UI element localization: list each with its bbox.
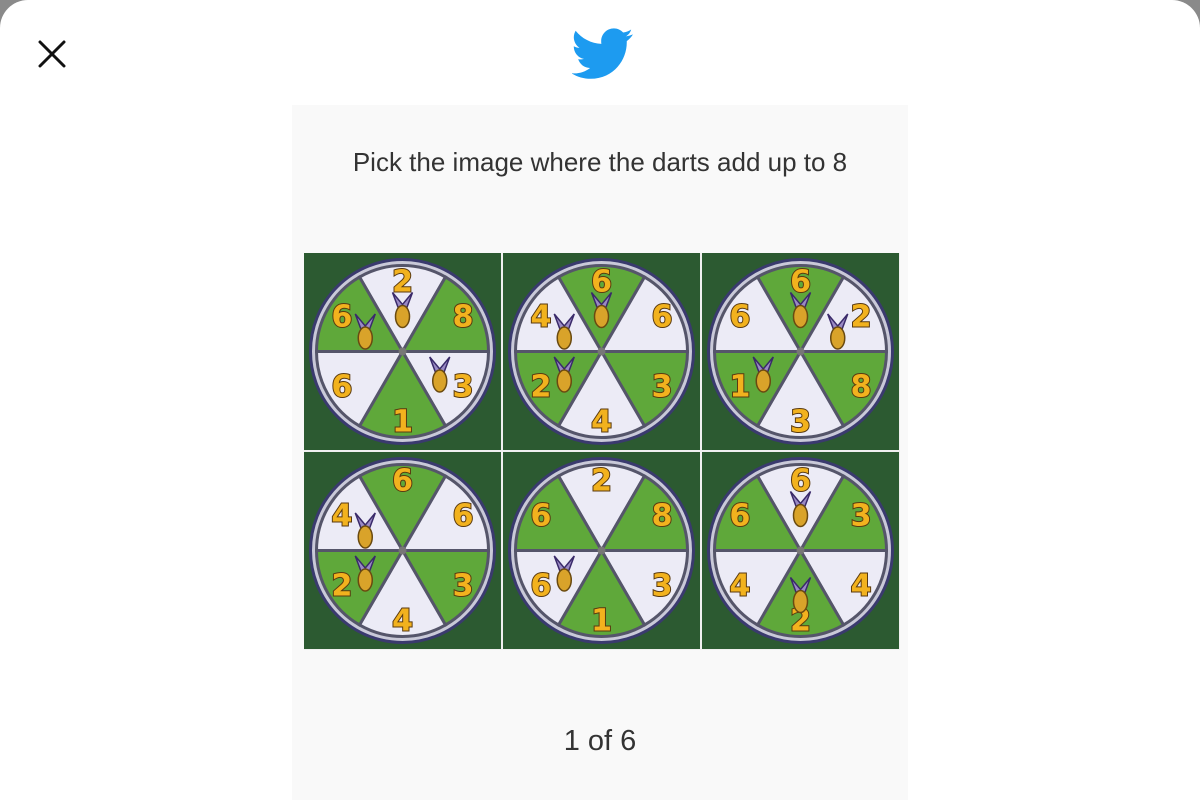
twitter-bird-icon	[572, 28, 633, 79]
slice-number: 2	[331, 569, 352, 604]
slice-number: 3	[652, 370, 673, 405]
image-option-2[interactable]: 6 6 3 4 2 4	[503, 253, 700, 450]
slice-number: 1	[392, 405, 413, 440]
slice-number: 2	[851, 300, 872, 335]
slice-number: 6	[331, 370, 352, 405]
slice-number: 6	[392, 464, 413, 499]
slice-number: 6	[729, 499, 750, 534]
slice-number: 3	[790, 405, 811, 440]
dartboard-image: 6 6 3 4 2 4	[304, 452, 501, 649]
challenge-prompt: Pick the image where the darts add up to…	[352, 147, 848, 177]
image-option-6[interactable]: 634246	[702, 452, 899, 649]
slice-number: 6	[453, 499, 474, 534]
slice-number: 4	[851, 569, 872, 604]
captcha-modal: Pick the image where the darts add up to…	[0, 0, 1200, 800]
slice-number: 1	[729, 370, 750, 405]
slice-number: 4	[591, 405, 612, 440]
slice-number: 4	[530, 300, 551, 335]
progress-counter: 1 of 6	[563, 725, 637, 757]
slice-number: 3	[453, 569, 474, 604]
close-button[interactable]	[30, 34, 74, 74]
slice-number: 6	[331, 300, 352, 335]
dartboard-image: 6 6 3 4 2 4	[503, 253, 700, 450]
slice-number: 2	[591, 464, 612, 499]
slice-number: 8	[652, 499, 673, 534]
slice-number: 6	[591, 265, 612, 300]
challenge-panel: Pick the image where the darts add up to…	[292, 105, 908, 800]
slice-number: 4	[331, 499, 352, 534]
slice-number: 2	[392, 265, 413, 300]
slice-number: 1	[591, 604, 612, 639]
slice-number: 8	[453, 300, 474, 335]
slice-number: 6	[530, 569, 551, 604]
slice-number: 6	[790, 265, 811, 300]
dartboard-image: 6 2 8 3 1 6	[702, 253, 899, 450]
image-option-1[interactable]: 2 8 3 1 6 6	[304, 253, 501, 450]
slice-number: 2	[530, 370, 551, 405]
dartboard-image: 2 8 3 1 6 6	[304, 253, 501, 450]
slice-number: 6	[652, 300, 673, 335]
slice-number: 6	[790, 464, 811, 499]
slice-number: 3	[453, 370, 474, 405]
image-option-3[interactable]: 6 2 8 3 1 6	[702, 253, 899, 450]
close-icon	[38, 40, 66, 68]
dartboard-image: 2 8 3 1 6 6	[503, 452, 700, 649]
image-option-5[interactable]: 2 8 3 1 6 6	[503, 452, 700, 649]
slice-number: 4	[392, 604, 413, 639]
slice-number: 6	[729, 300, 750, 335]
slice-number: 3	[851, 499, 872, 534]
image-grid: 2 8 3 1 6 6 6 6 3 4 2 4 6 2 8 3 1 6 6 6 3 4 2 4 2 8 3 1 6 6 6 3 4 2 4…	[304, 253, 900, 650]
slice-number: 8	[851, 370, 872, 405]
image-option-4[interactable]: 6 6 3 4 2 4	[304, 452, 501, 649]
slice-number: 4	[729, 569, 750, 604]
dartboard-image: 634246	[702, 452, 899, 649]
slice-number: 3	[652, 569, 673, 604]
slice-number: 6	[530, 499, 551, 534]
